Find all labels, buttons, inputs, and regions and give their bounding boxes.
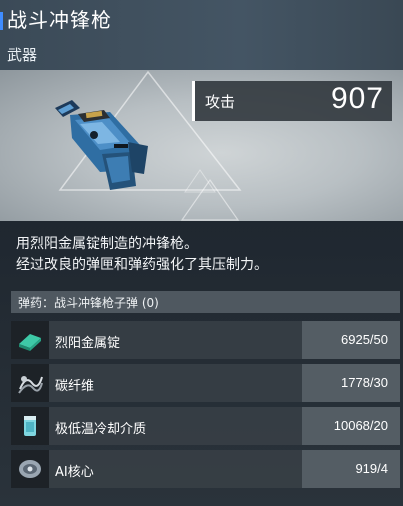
ammo-text: 弹药：战斗冲锋枪子弹 (0) xyxy=(18,296,159,310)
material-count-box: 919/4 xyxy=(302,450,400,488)
item-header: 战斗冲锋枪 武器 xyxy=(0,0,403,70)
item-title: 战斗冲锋枪 xyxy=(7,8,112,32)
carbon-fiber-icon xyxy=(11,364,49,402)
header-accent-mark xyxy=(0,12,3,30)
attack-value: 907 xyxy=(330,82,384,115)
item-category: 武器 xyxy=(7,46,38,64)
item-details-panel: 用烈阳金属锭制造的冲锋枪。 经过改良的弹匣和弹药强化了其压制力。 弹药：战斗冲锋… xyxy=(0,221,403,506)
material-count-box: 1778/30 xyxy=(302,364,400,402)
coolant-canister-icon xyxy=(11,407,49,445)
item-description: 用烈阳金属锭制造的冲锋枪。 经过改良的弹匣和弹药强化了其压制力。 xyxy=(16,234,268,276)
attack-stat: 攻击 907 xyxy=(192,81,392,121)
material-count-box: 6925/50 xyxy=(302,321,400,359)
material-count: 919/4 xyxy=(355,461,388,476)
submachine-gun-icon xyxy=(55,100,148,190)
item-preview: 攻击 907 xyxy=(0,70,403,221)
attack-label: 攻击 xyxy=(205,93,236,111)
description-line-1: 用烈阳金属锭制造的冲锋枪。 xyxy=(16,236,198,252)
material-name: 碳纤维 xyxy=(55,379,95,394)
material-name: AI核心 xyxy=(55,465,94,480)
ammo-info: 弹药：战斗冲锋枪子弹 (0) xyxy=(11,291,400,313)
material-name: 极低温冷却介质 xyxy=(55,422,147,437)
material-count-box: 10068/20 xyxy=(302,407,400,445)
ai-core-icon xyxy=(11,450,49,488)
material-row-coolant[interactable]: 极低温冷却介质 10068/20 xyxy=(11,407,400,445)
description-line-2: 经过改良的弹匣和弹药强化了其压制力。 xyxy=(16,257,268,273)
material-count: 10068/20 xyxy=(333,418,388,433)
material-count: 1778/30 xyxy=(341,375,388,390)
material-row-ai-core[interactable]: AI核心 919/4 xyxy=(11,450,400,488)
material-row-metal-ingot[interactable]: 烈阳金属锭 6925/50 xyxy=(11,321,400,359)
material-count: 6925/50 xyxy=(341,332,388,347)
material-row-carbon-fiber[interactable]: 碳纤维 1778/30 xyxy=(11,364,400,402)
material-name: 烈阳金属锭 xyxy=(55,336,121,351)
metal-ingot-icon xyxy=(11,321,49,359)
